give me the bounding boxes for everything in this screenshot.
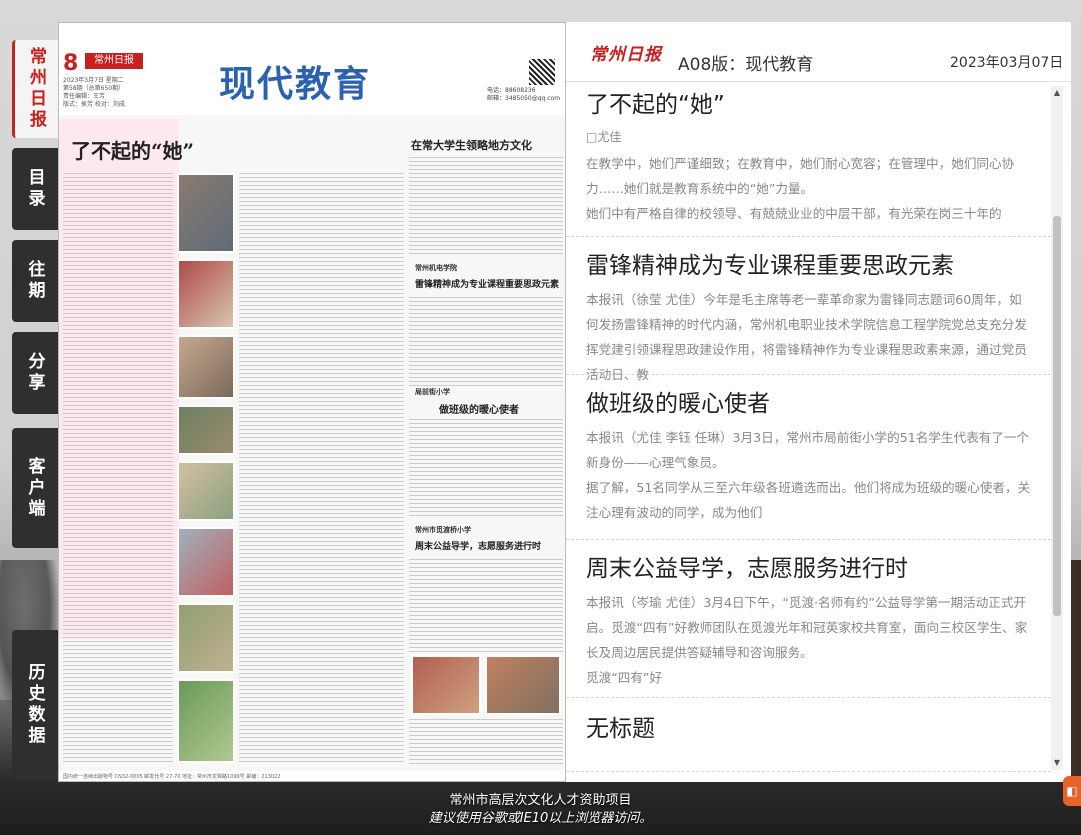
section-label: 常州机电学院 — [415, 264, 457, 272]
nav-tab-share[interactable]: 分享 — [12, 332, 58, 414]
article-title[interactable]: 雷锋精神成为专业课程重要思政元素 — [586, 237, 1033, 281]
class-messenger-headline: 做班级的暖心使者 — [439, 405, 519, 416]
article-summary: 本报讯（徐莹 尤佳）今年是毛主席等老一辈革命家为雷锋同志题词60周年，如何发扬雷… — [586, 292, 1027, 382]
photo — [177, 461, 235, 521]
newspaper-page[interactable]: 8 常州日报 2023年3月7日 星期二 第58期（总第650期） 责任编辑：王… — [58, 22, 566, 782]
article-title[interactable]: 了不起的“她” — [586, 84, 1033, 120]
page-meta: 2023年3月7日 星期二 第58期（总第650期） 责任编辑：王芳 版式：侯芳… — [63, 77, 125, 108]
app-corner-icon[interactable]: ◧ — [1063, 776, 1081, 806]
article-summary: 在教学中，她们严谨细致；在教育中，她们耐心宽容；在管理中，她们同心协力……她们就… — [586, 156, 1015, 196]
text-column — [63, 173, 173, 763]
article-item[interactable]: 做班级的暖心使者 本报讯（尤佳 李钰 任琳）3月3日，常州市局前街小学的51名学… — [566, 375, 1051, 540]
feature-headline: 了不起的“她” — [71, 139, 195, 163]
text-column — [409, 719, 563, 767]
newspaper-logo: 常州日报 — [85, 53, 143, 69]
article-title[interactable]: 做班级的暖心使者 — [586, 375, 1033, 419]
scrollbar[interactable]: ▲ ▼ — [1051, 86, 1063, 770]
photo — [177, 173, 235, 253]
weekend-tutoring-headline: 周末公益导学，志愿服务进行时 — [415, 542, 542, 552]
newspaper-header: 8 常州日报 2023年3月7日 星期二 第58期（总第650期） 责任编辑：王… — [59, 23, 565, 115]
article-byline: □尤佳 — [586, 130, 622, 144]
article-list: 了不起的“她” □尤佳 在教学中，她们严谨细致；在教育中，她们耐心宽容；在管理中… — [566, 84, 1051, 772]
brand-logo: 常州日报 — [590, 45, 662, 65]
article-item[interactable]: 无标题 — [566, 698, 1051, 772]
footer-browser-hint: 建议使用谷歌或IE10以上浏览器访问。 — [428, 811, 653, 826]
page-title: 现代教育 — [219, 63, 372, 105]
article-item[interactable]: 周末公益导学，志愿服务进行时 本报讯（岑瑜 尤佳）3月4日下午，“觅渡·名师有约… — [566, 540, 1051, 698]
panel-header: 常州日报 A08版：现代教育 2023年03月07日 — [566, 22, 1071, 82]
nav-tab-client[interactable]: 客户端 — [12, 428, 58, 548]
article-summary: 据了解，51名同学从三至六年级各班遴选而出。他们将成为班级的暖心使者，关注心理有… — [586, 480, 1031, 520]
article-summary: 觅渡“四有”好 — [586, 670, 663, 685]
article-title[interactable]: 无标题 — [586, 698, 1033, 744]
edition-label: A08版：现代教育 — [678, 55, 814, 75]
newspaper-footer: 国内统一连续出版物号 CN32-0005 邮发代号 27-70 地址：常州市龙锦… — [59, 771, 565, 781]
scroll-down-icon[interactable]: ▼ — [1051, 756, 1063, 770]
text-column — [409, 419, 563, 519]
article-item[interactable]: 了不起的“她” □尤佳 在教学中，她们严谨细致；在教育中，她们耐心宽容；在管理中… — [566, 84, 1051, 237]
photo — [485, 655, 561, 715]
text-column — [409, 297, 563, 387]
page-contact: 电话：88608236 邮箱：3485050@qq.com — [487, 87, 561, 102]
photo — [177, 405, 235, 455]
section-label: 常州市觅渡桥小学 — [415, 526, 471, 534]
photo — [411, 655, 481, 715]
article-panel: 常州日报 A08版：现代教育 2023年03月07日 了不起的“她” □尤佳 在… — [566, 22, 1071, 782]
nav-tab-catalog[interactable]: 目录 — [12, 148, 58, 230]
page-number: 8 — [63, 51, 79, 76]
photo — [177, 527, 235, 597]
qr-code-icon — [529, 59, 555, 85]
scroll-thumb[interactable] — [1053, 216, 1061, 616]
text-column — [409, 559, 563, 653]
article-summary: 本报讯（尤佳 李钰 任琳）3月3日，常州市局前街小学的51名学生代表有了一个新身… — [586, 430, 1030, 470]
photo — [177, 603, 235, 673]
article-item[interactable]: 雷锋精神成为专业课程重要思政元素 本报讯（徐莹 尤佳）今年是毛主席等老一辈革命家… — [566, 237, 1051, 382]
scroll-up-icon[interactable]: ▲ — [1051, 86, 1063, 100]
nav-tab-archive[interactable]: 往期 — [12, 240, 58, 322]
text-column — [409, 157, 563, 257]
nav-tab-history[interactable]: 历史数据 — [12, 630, 58, 780]
article-summary: 本报讯（岑瑜 尤佳）3月4日下午，“觅渡·名师有约”公益导学第一期活动正式开启。… — [586, 595, 1028, 660]
culture-headline: 在常大学生领略地方文化 — [411, 139, 532, 152]
article-summary: 她们中有严格自律的校领导、有兢兢业业的中层干部，有光荣在岗三十年的 — [586, 206, 1002, 221]
photo — [177, 335, 235, 399]
section-label: 局前街小学 — [415, 388, 450, 396]
article-title[interactable]: 周末公益导学，志愿服务进行时 — [586, 540, 1033, 584]
footer-sponsor: 常州市高层次文化人才资助项目 — [449, 793, 632, 808]
leifeng-headline: 雷锋精神成为专业课程重要思政元素 — [415, 280, 560, 290]
footer-note: 常州市高层次文化人才资助项目 建议使用谷歌或IE10以上浏览器访问。 — [0, 792, 1081, 828]
issue-date: 2023年03月07日 — [950, 55, 1064, 71]
photo — [177, 259, 235, 329]
photo — [177, 679, 235, 763]
text-column — [239, 173, 404, 763]
nav-tab-changzhou-daily[interactable]: 常州日报 — [12, 40, 58, 138]
